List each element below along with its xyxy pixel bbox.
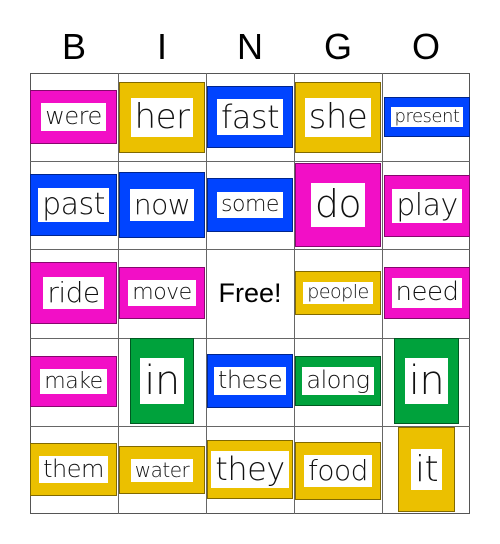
cell-word: need <box>391 277 463 308</box>
bingo-cell[interactable]: they <box>207 440 293 499</box>
bingo-cell[interactable]: were <box>30 90 117 144</box>
bingo-cell[interactable]: along <box>295 356 381 406</box>
cell-word: move <box>128 280 196 306</box>
bingo-cell[interactable]: need <box>384 267 470 319</box>
cell-word: in <box>140 358 184 404</box>
cell-word: she <box>304 97 372 138</box>
header-letter-o: O <box>411 26 440 67</box>
cell-word: play <box>392 188 462 224</box>
cell-word: people <box>303 281 373 304</box>
header-letter-b: B <box>61 26 86 67</box>
cell-word: do <box>310 182 366 227</box>
bingo-cell[interactable]: them <box>30 443 117 496</box>
cell-word: were <box>41 103 106 131</box>
cell-word: in <box>404 358 449 404</box>
header-letter-n: N <box>237 26 263 67</box>
cell-word: these <box>213 367 287 395</box>
cell-word: present <box>390 106 464 128</box>
bingo-cell[interactable]: present <box>384 97 470 137</box>
bingo-cell[interactable]: it <box>398 427 455 512</box>
free-space[interactable]: Free! <box>206 249 294 337</box>
cell-word: they <box>211 451 289 488</box>
cell-word: them <box>39 455 108 484</box>
cell-word: now <box>129 188 195 222</box>
bingo-cell[interactable]: in <box>394 338 459 424</box>
bingo-cell[interactable]: she <box>295 82 381 153</box>
bingo-cell[interactable]: make <box>30 356 117 407</box>
bingo-cell[interactable]: her <box>119 82 205 153</box>
bingo-cell[interactable]: fast <box>207 86 293 148</box>
bingo-cell[interactable]: in <box>130 338 194 424</box>
cell-word: water <box>130 458 194 482</box>
grid-line <box>382 73 383 514</box>
bingo-cell[interactable]: water <box>119 446 205 494</box>
bingo-cell[interactable]: food <box>295 442 381 500</box>
cell-word: along <box>302 367 374 395</box>
header-letter-g: G <box>323 26 352 67</box>
cell-word: past <box>38 187 109 223</box>
cell-word: make <box>40 368 107 395</box>
bingo-cell[interactable]: now <box>119 172 205 238</box>
header-letter-i: I <box>156 26 167 67</box>
bingo-cell[interactable]: these <box>207 354 293 408</box>
cell-word: it <box>410 448 443 491</box>
bingo-cell[interactable]: past <box>30 174 117 236</box>
cell-word: ride <box>43 276 104 310</box>
cell-word: some <box>217 192 283 218</box>
cell-word: food <box>304 454 372 488</box>
bingo-cell[interactable]: people <box>295 271 381 315</box>
cell-word: fast <box>216 98 284 136</box>
cell-word: her <box>130 97 194 138</box>
bingo-cell[interactable]: ride <box>30 262 117 324</box>
bingo-cell[interactable]: do <box>295 163 381 247</box>
bingo-cell[interactable]: play <box>384 175 470 237</box>
grid-line <box>30 161 470 163</box>
bingo-cell[interactable]: some <box>207 178 293 232</box>
bingo-cell[interactable]: move <box>119 267 205 319</box>
